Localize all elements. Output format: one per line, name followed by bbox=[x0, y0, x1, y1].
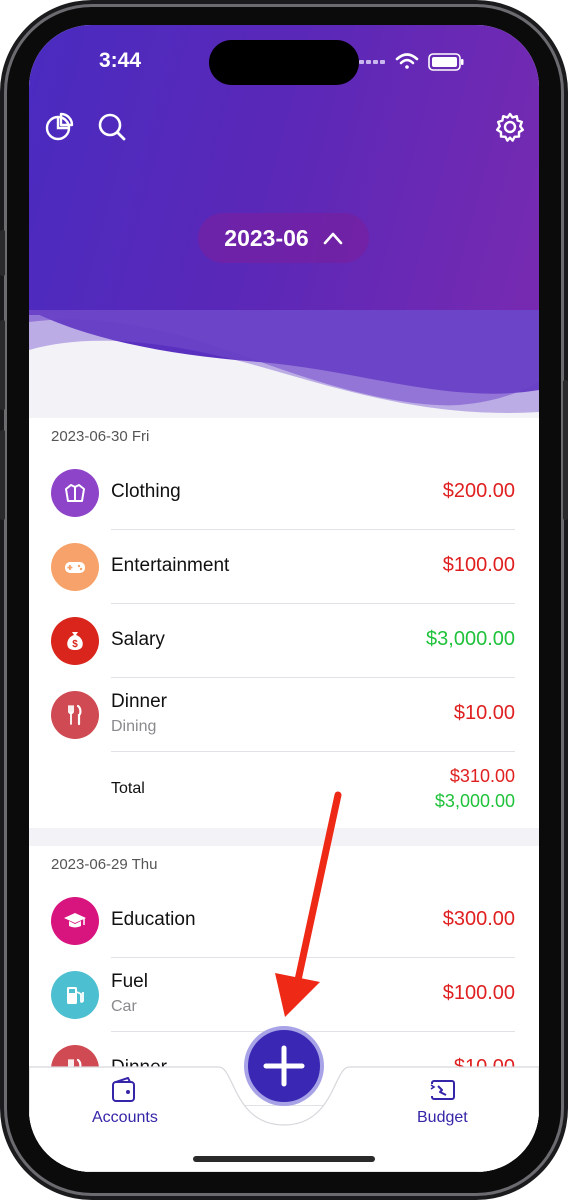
home-indicator bbox=[193, 1156, 375, 1162]
app-screen: 3:44 2023-06 2023-06-30 Fri Clothing $20… bbox=[29, 25, 539, 1172]
daily-total-row: Total $310.00 $3,000.00 bbox=[29, 752, 539, 828]
transaction-row[interactable]: $ Salary $3,000.00 bbox=[29, 604, 539, 678]
fuel-pump-icon bbox=[67, 987, 84, 1004]
category-name: Fuel bbox=[111, 971, 148, 992]
month-selector[interactable]: 2023-06 bbox=[198, 213, 369, 263]
date-header: 2023-06-30 Fri bbox=[29, 418, 539, 456]
category-avatar bbox=[51, 469, 99, 517]
gear-icon[interactable] bbox=[493, 110, 527, 144]
total-income: $3,000.00 bbox=[434, 791, 515, 811]
jacket-icon bbox=[65, 484, 85, 502]
phone-side-button bbox=[0, 430, 5, 520]
transaction-amount: $100.00 bbox=[442, 982, 515, 1004]
fork-knife-icon bbox=[68, 704, 82, 726]
transaction-row[interactable]: Education $300.00 bbox=[29, 884, 539, 958]
phone-frame: 3:44 2023-06 2023-06-30 Fri Clothing $20… bbox=[0, 0, 568, 1200]
total-label: Total bbox=[111, 780, 145, 797]
add-transaction-button[interactable] bbox=[244, 1026, 324, 1106]
budget-icon[interactable] bbox=[429, 1076, 457, 1104]
subcategory-name: Dining bbox=[111, 718, 157, 735]
category-name: Clothing bbox=[111, 481, 181, 502]
transaction-amount: $200.00 bbox=[442, 480, 515, 502]
category-avatar: $ bbox=[51, 617, 99, 665]
category-name: Salary bbox=[111, 629, 165, 650]
month-label: 2023-06 bbox=[224, 224, 309, 251]
phone-side-button bbox=[0, 320, 5, 410]
total-expense: $310.00 bbox=[449, 766, 515, 786]
transaction-amount: $3,000.00 bbox=[426, 628, 515, 650]
transaction-row[interactable]: Clothing $200.00 bbox=[29, 456, 539, 530]
phone-side-button bbox=[0, 230, 5, 276]
battery-icon bbox=[428, 53, 464, 71]
chevron-up-icon bbox=[323, 232, 343, 245]
plus-icon bbox=[263, 1045, 305, 1087]
transaction-amount: $100.00 bbox=[442, 554, 515, 576]
transaction-row[interactable]: Entertainment $100.00 bbox=[29, 530, 539, 604]
category-avatar bbox=[51, 971, 99, 1019]
header-wave bbox=[29, 310, 539, 413]
section-gap bbox=[29, 828, 539, 846]
money-bag-icon: $ bbox=[67, 632, 83, 650]
tab-budget[interactable]: Budget bbox=[417, 1109, 468, 1127]
transaction-amount: $10.00 bbox=[453, 702, 515, 724]
transaction-row[interactable]: Dinner Dining $10.00 bbox=[29, 678, 539, 752]
status-time: 3:44 bbox=[99, 49, 142, 72]
transaction-row[interactable]: Fuel Car $100.00 bbox=[29, 958, 539, 1032]
search-icon[interactable] bbox=[95, 110, 129, 144]
dynamic-island bbox=[209, 40, 359, 85]
date-header: 2023-06-29 Thu bbox=[29, 846, 539, 884]
wallet-icon[interactable] bbox=[110, 1076, 138, 1104]
transaction-amount: $300.00 bbox=[442, 908, 515, 930]
category-avatar bbox=[51, 543, 99, 591]
signal-icon bbox=[359, 60, 385, 64]
svg-text:$: $ bbox=[72, 639, 78, 650]
category-avatar bbox=[51, 691, 99, 739]
wifi-icon bbox=[395, 53, 419, 69]
category-name: Entertainment bbox=[111, 555, 230, 576]
subcategory-name: Car bbox=[111, 998, 137, 1015]
category-name: Education bbox=[111, 909, 196, 930]
tab-accounts[interactable]: Accounts bbox=[92, 1109, 158, 1127]
category-avatar bbox=[51, 897, 99, 945]
graduation-cap-icon bbox=[64, 913, 86, 928]
pie-chart-icon[interactable] bbox=[43, 110, 77, 144]
phone-side-button bbox=[563, 380, 568, 520]
status-icons bbox=[359, 53, 464, 71]
gamepad-icon bbox=[65, 562, 85, 573]
category-name: Dinner bbox=[111, 691, 167, 712]
